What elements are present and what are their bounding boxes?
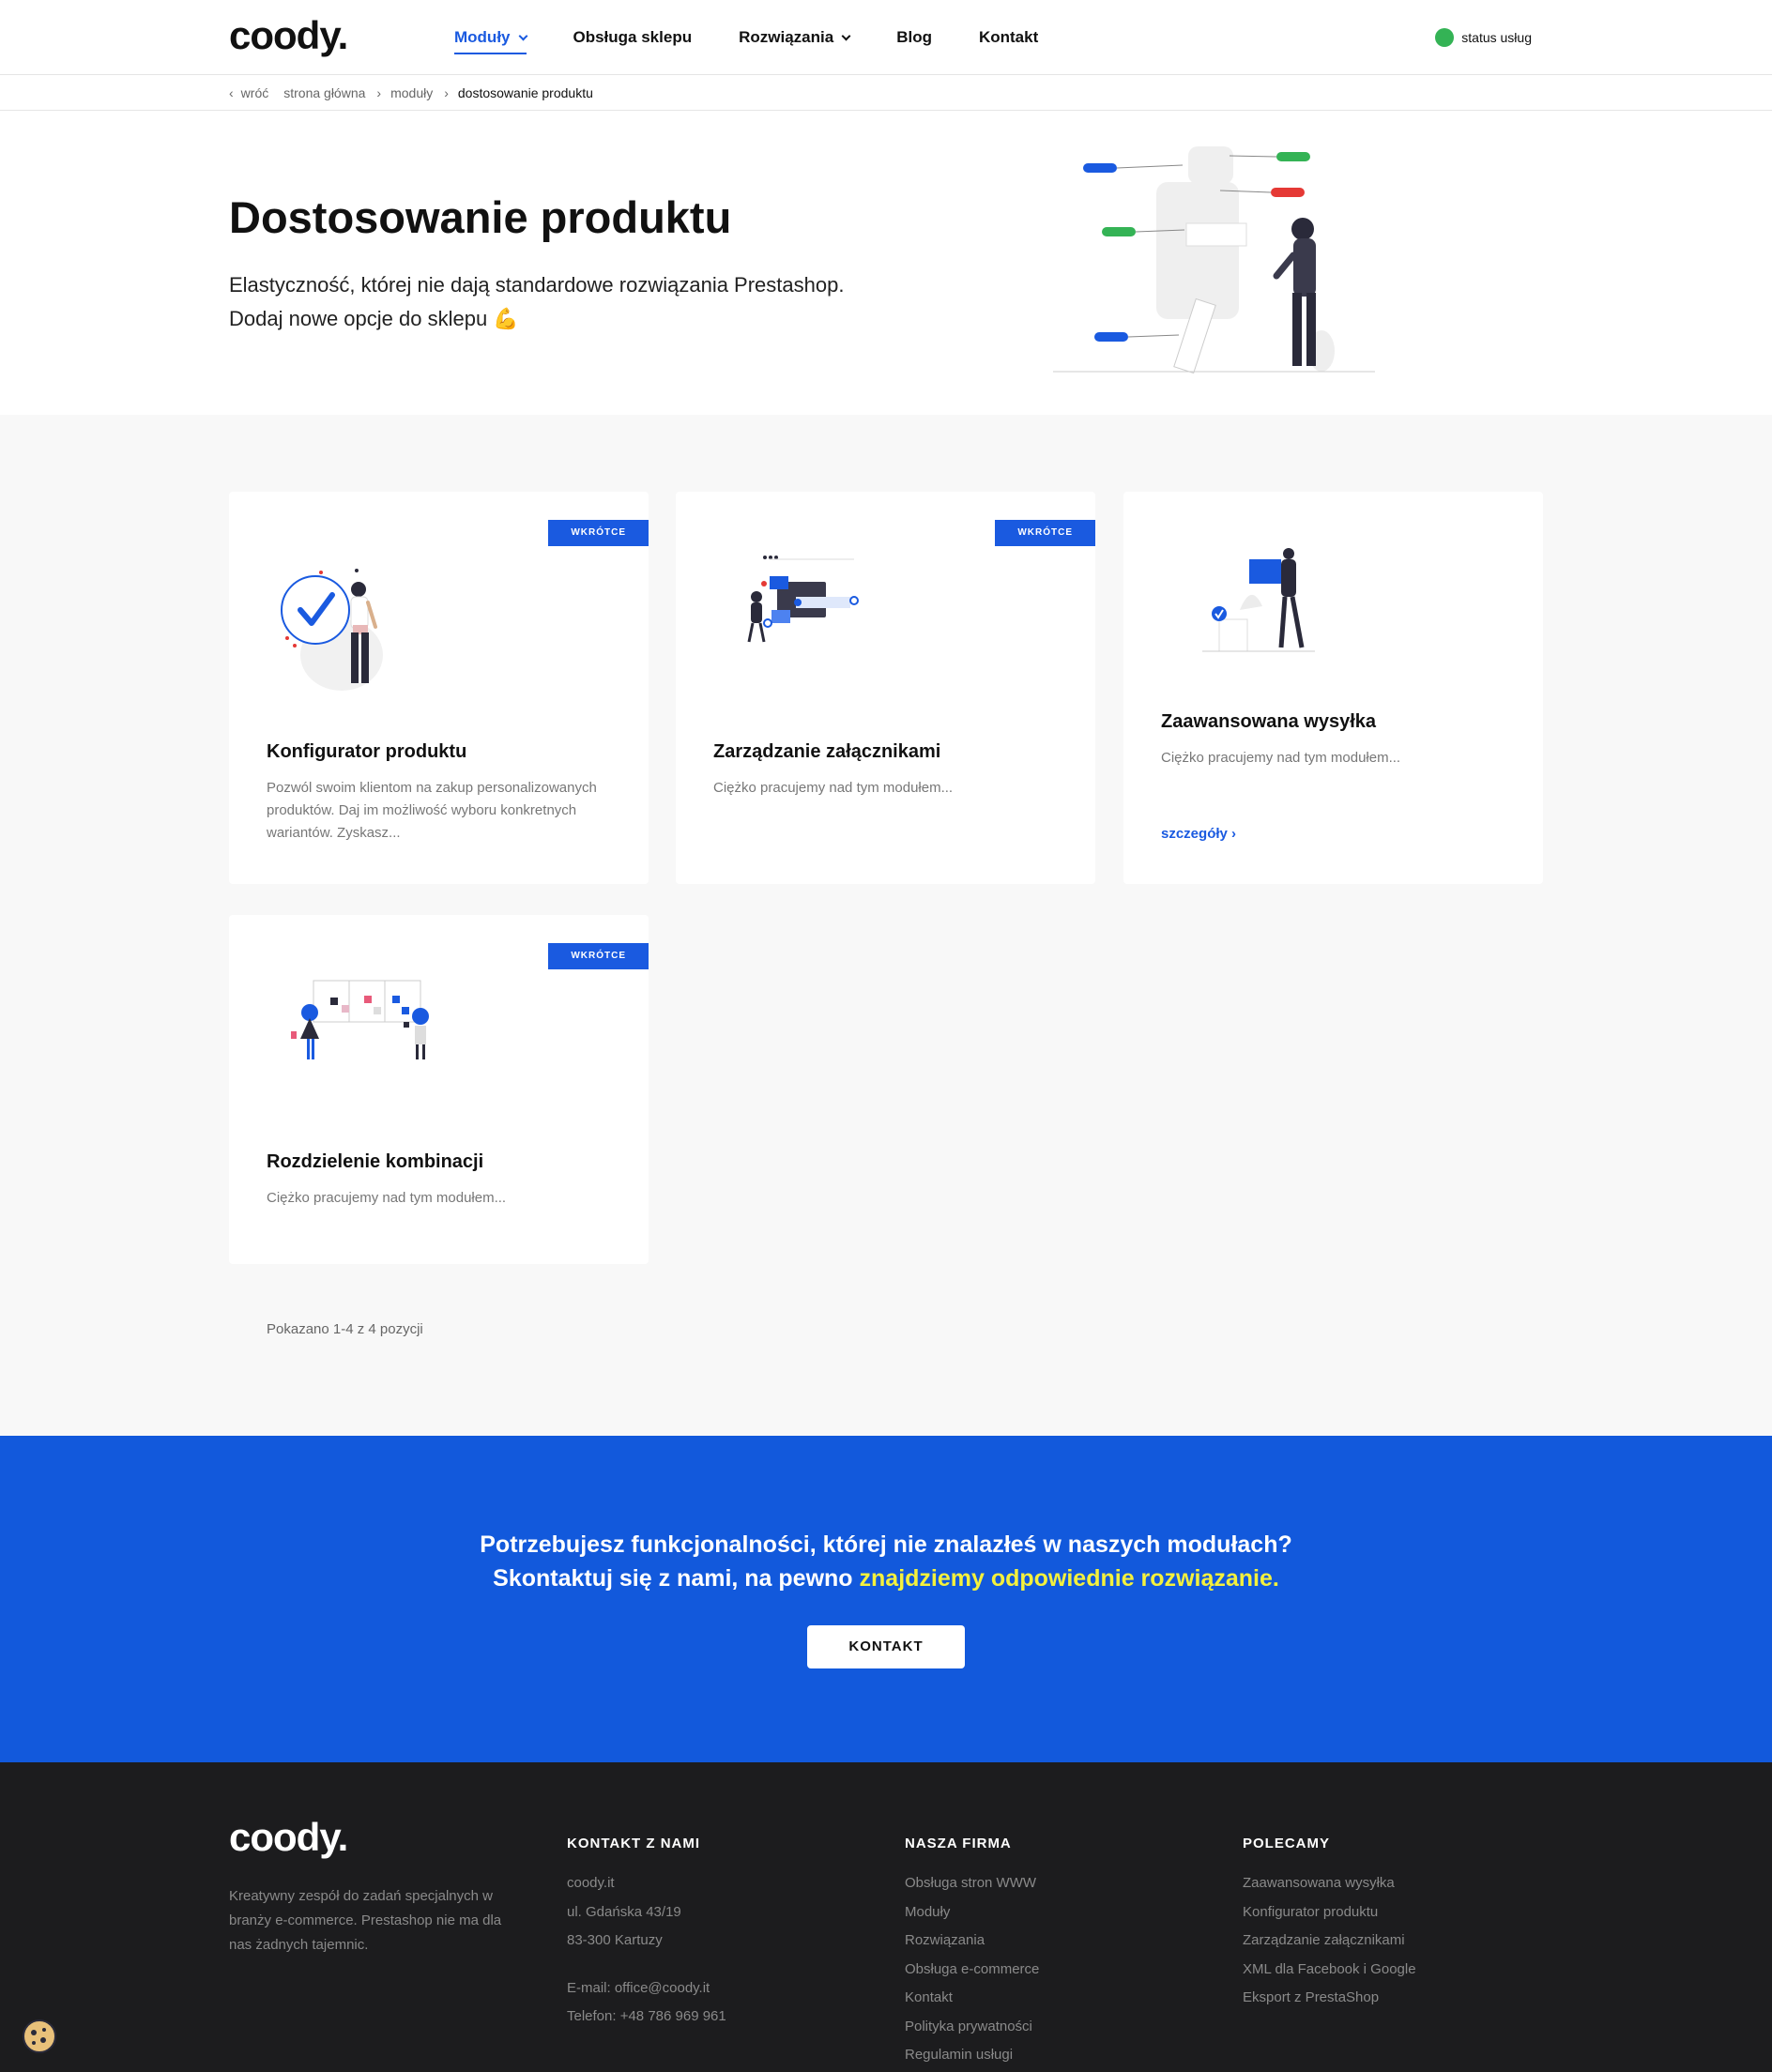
footer-logo[interactable]: coody. bbox=[229, 1815, 348, 1860]
nav-item-moduly[interactable]: Moduły bbox=[454, 0, 527, 75]
footer-link[interactable]: Zaawansowana wysyłka bbox=[1243, 1874, 1416, 1893]
nav-label: Rozwiązania bbox=[739, 28, 834, 46]
footer-heading: POLECAMY bbox=[1243, 1836, 1331, 1851]
breadcrumb-item-current: dostosowanie produktu bbox=[457, 84, 593, 100]
nav-item-blog[interactable]: Blog bbox=[896, 0, 932, 75]
hero-illustration bbox=[1053, 146, 1375, 374]
details-link[interactable]: szczegóły › bbox=[1161, 826, 1236, 842]
footer-link[interactable]: Eksport z PrestaShop bbox=[1243, 1988, 1416, 2007]
nav-item-kontakt[interactable]: Kontakt bbox=[979, 0, 1038, 75]
footer-company-column: NASZA FIRMA Obsługa stron WWW Moduły Roz… bbox=[905, 1836, 1039, 2072]
hero-subtitle: Elastyczność, której nie dają standardow… bbox=[229, 268, 886, 336]
nav-item-obsluga-sklepu[interactable]: Obsługa sklepu bbox=[573, 0, 693, 75]
chevron-right-icon: › bbox=[376, 84, 382, 100]
nav-item-rozwiazania[interactable]: Rozwiązania bbox=[739, 0, 851, 75]
cookie-icon[interactable] bbox=[21, 2018, 58, 2055]
chevron-down-icon bbox=[518, 31, 527, 40]
footer-contact-line: coody.it bbox=[567, 1875, 615, 1891]
chevron-right-icon: › bbox=[1231, 826, 1237, 842]
cta-line2-prefix: Skontaktuj się z nami, na pewno bbox=[493, 1565, 860, 1592]
cta-line1: Potrzebujesz funkcjonalności, której nie… bbox=[480, 1531, 1292, 1558]
card-description: Ciężko pracujemy nad tym modułem... bbox=[713, 780, 954, 796]
breadcrumb-item-modules[interactable]: moduły bbox=[390, 85, 433, 100]
card-description: Pozwól swoim klientom na zakup personali… bbox=[267, 780, 597, 841]
chevron-right-icon: › bbox=[444, 84, 449, 100]
footer-link[interactable]: Polityka prywatności bbox=[905, 2018, 1039, 2036]
footer-heading: NASZA FIRMA bbox=[905, 1836, 1012, 1851]
details-link-label: szczegóły bbox=[1161, 826, 1228, 842]
hero-section: Dostosowanie produktu Elastyczność, któr… bbox=[0, 111, 1772, 415]
footer-contact-line: 83-300 Kartuzy bbox=[567, 1932, 663, 1948]
module-card[interactable]: WKRÓTCE Zarządzanie załącznikami Ciężko … bbox=[676, 492, 1095, 884]
footer-link[interactable]: Regulamin usługi bbox=[905, 2046, 1039, 2064]
module-card[interactable]: WKRÓTCE Konfigurator produktu Pozwól swo… bbox=[229, 492, 649, 884]
footer-link[interactable]: Obsługa e-commerce bbox=[905, 1960, 1039, 1979]
cta-line2: Skontaktuj się z nami, na pewno znajdzie… bbox=[0, 1565, 1772, 1592]
attachments-illustration bbox=[747, 556, 859, 643]
card-title[interactable]: Rozdzielenie kombinacji bbox=[267, 1151, 483, 1173]
module-card[interactable]: Zaawansowana wysyłka Ciężko pracujemy na… bbox=[1123, 492, 1543, 884]
nav-label: Kontakt bbox=[978, 28, 1039, 46]
page-title: Dostosowanie produktu bbox=[229, 192, 732, 242]
status-link[interactable]: status usług bbox=[1435, 0, 1532, 75]
footer-email[interactable]: E-mail: office@coody.it bbox=[567, 1979, 726, 1998]
footer-link[interactable]: Moduły bbox=[905, 1903, 1039, 1922]
nav-label: Moduły bbox=[454, 28, 511, 46]
pagination-summary: Pokazano 1-4 z 4 pozycji bbox=[267, 1321, 423, 1337]
modules-section: WKRÓTCE Konfigurator produktu Pozwól swo… bbox=[0, 415, 1772, 1436]
card-description: Ciężko pracujemy nad tym modułem... bbox=[267, 1190, 507, 1206]
footer-link[interactable]: Zarządzanie załącznikami bbox=[1243, 1931, 1416, 1950]
footer-link[interactable]: Rozwiązania bbox=[905, 1931, 1039, 1950]
coming-soon-badge: WKRÓTCE bbox=[548, 943, 649, 969]
footer-link[interactable]: Obsługa stron WWW bbox=[905, 1874, 1039, 1893]
footer-contact-column: KONTAKT Z NAMI coody.it ul. Gdańska 43/1… bbox=[567, 1836, 726, 2036]
logo[interactable]: coody. bbox=[229, 13, 348, 58]
contact-button[interactable]: KONTAKT bbox=[807, 1625, 965, 1668]
product-configurator-illustration bbox=[281, 569, 383, 691]
footer-heading: KONTAKT Z NAMI bbox=[567, 1836, 701, 1851]
cta-section: Potrzebujesz funkcjonalności, której nie… bbox=[0, 1436, 1772, 1762]
chevron-left-icon: ‹ bbox=[229, 84, 234, 100]
combinations-illustration bbox=[291, 980, 429, 1059]
card-title[interactable]: Konfigurator produktu bbox=[267, 741, 466, 763]
shipping-illustration bbox=[1202, 548, 1315, 652]
status-label: status usług bbox=[1461, 30, 1532, 45]
coming-soon-badge: WKRÓTCE bbox=[995, 520, 1095, 546]
footer-link[interactable]: Kontakt bbox=[905, 1988, 1039, 2007]
flexed-biceps-icon: 💪 bbox=[493, 307, 519, 330]
footer-phone[interactable]: Telefon: +48 786 969 961 bbox=[567, 2007, 726, 2026]
breadcrumb-item-home[interactable]: strona główna bbox=[283, 85, 365, 100]
status-dot-icon bbox=[1435, 28, 1455, 47]
site-header: coody. Moduły Obsługa sklepu Rozwiązania… bbox=[0, 0, 1772, 75]
module-card[interactable]: WKRÓTCE Rozdzielenie kombinacji Ciężko p… bbox=[229, 915, 649, 1264]
card-title[interactable]: Zaawansowana wysyłka bbox=[1161, 711, 1376, 733]
chevron-down-icon bbox=[841, 31, 851, 40]
hero-subtitle-line2: Dodaj nowe opcje do sklepu bbox=[229, 307, 488, 330]
footer-recommend-column: POLECAMY Zaawansowana wysyłka Konfigurat… bbox=[1243, 1836, 1416, 2018]
footer-link[interactable]: XML dla Facebook i Google bbox=[1243, 1960, 1416, 1979]
site-footer: coody. Kreatywny zespół do zadań specjal… bbox=[0, 1762, 1772, 2072]
footer-about: Kreatywny zespół do zadań specjalnych w … bbox=[229, 1888, 502, 1953]
main-nav: Moduły Obsługa sklepu Rozwiązania Blog K… bbox=[454, 0, 1085, 75]
nav-label: Blog bbox=[896, 28, 932, 46]
breadcrumb-back[interactable]: wróć bbox=[241, 85, 269, 100]
footer-contact-line: ul. Gdańska 43/19 bbox=[567, 1903, 681, 1920]
coming-soon-badge: WKRÓTCE bbox=[548, 520, 649, 546]
card-description: Ciężko pracujemy nad tym modułem... bbox=[1161, 750, 1401, 766]
nav-label: Obsługa sklepu bbox=[573, 28, 693, 46]
hero-subtitle-line1: Elastyczność, której nie dają standardow… bbox=[229, 273, 845, 297]
cta-highlight: znajdziemy odpowiednie rozwiązanie. bbox=[859, 1565, 1279, 1592]
card-title[interactable]: Zarządzanie załącznikami bbox=[713, 741, 940, 763]
breadcrumb: ‹ wróć strona główna › moduły › dostosow… bbox=[0, 75, 1772, 111]
footer-link[interactable]: Konfigurator produktu bbox=[1243, 1903, 1416, 1922]
